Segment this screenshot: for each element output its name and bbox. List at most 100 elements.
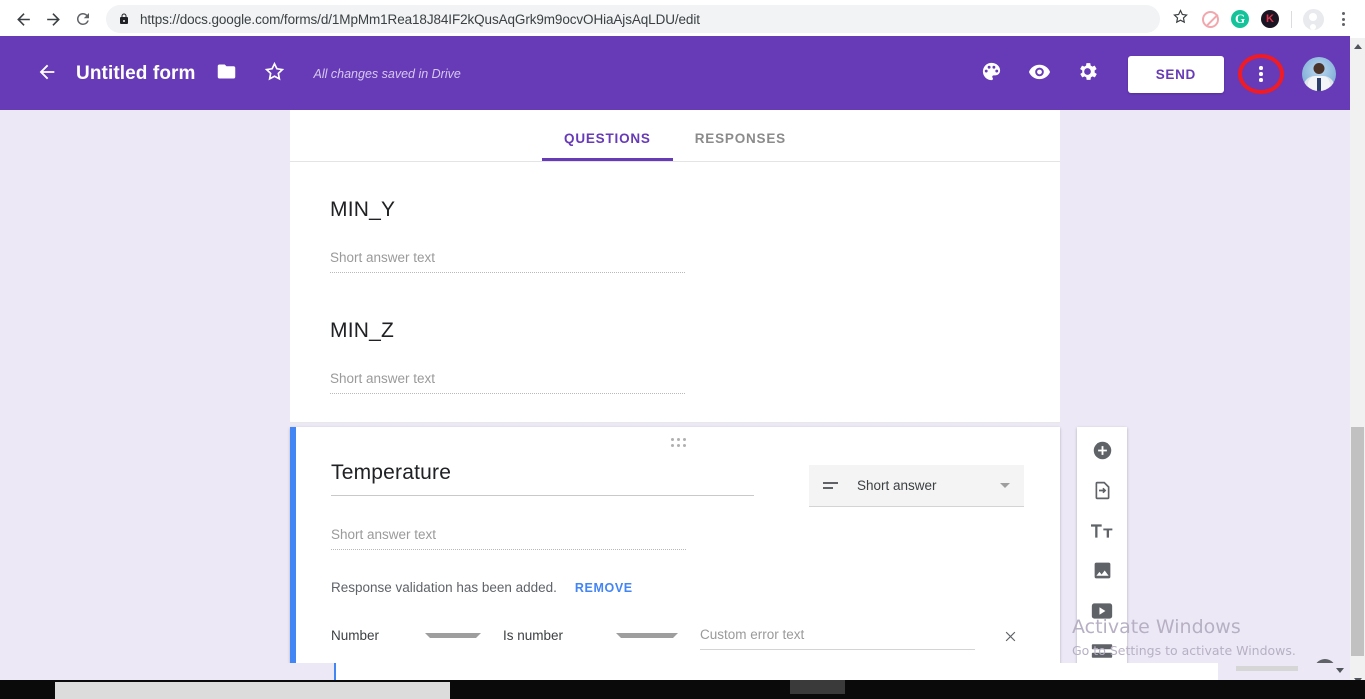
- answer-preview: Short answer text: [296, 507, 1060, 550]
- custom-error-input[interactable]: Custom error text: [700, 627, 975, 650]
- adblock-extension-icon: [1201, 10, 1219, 28]
- forward-button[interactable]: [38, 4, 68, 34]
- video-play-icon: [1091, 602, 1113, 625]
- scroll-up-arrow: [1353, 43, 1362, 49]
- more-options-button[interactable]: [1238, 51, 1284, 97]
- back-button[interactable]: [8, 4, 38, 34]
- section-divider-icon: [1091, 643, 1113, 664]
- theme-palette-button[interactable]: [972, 54, 1012, 94]
- tab-questions[interactable]: QUESTIONS: [542, 131, 673, 161]
- reload-button[interactable]: [68, 4, 98, 34]
- chrome-menu-icon: [1341, 12, 1345, 26]
- question-header-row: Temperature Short answer: [296, 449, 1060, 507]
- os-taskbar: [0, 680, 1365, 699]
- browser-actions: G K: [1166, 5, 1357, 33]
- profile-avatar-icon: [1302, 8, 1324, 30]
- question-title-min-z[interactable]: MIN_Z: [330, 319, 1020, 343]
- send-button[interactable]: SEND: [1127, 55, 1224, 93]
- vertical-scrollbar[interactable]: [1350, 38, 1365, 688]
- import-questions-button[interactable]: [1085, 479, 1119, 507]
- horizontal-scrollbar-thumb[interactable]: [334, 663, 1218, 680]
- answer-placeholder-min-y: Short answer text: [330, 250, 685, 273]
- scroll-down-arrow: [1336, 668, 1344, 673]
- question-add-toolbar: [1077, 427, 1127, 679]
- question-type-value: Short answer: [857, 478, 937, 493]
- kami-extension-button[interactable]: K: [1256, 5, 1284, 33]
- adblock-extension-button[interactable]: [1196, 5, 1224, 33]
- star-icon: [1172, 8, 1189, 30]
- editor-tabs: QUESTIONS RESPONSES: [290, 110, 1060, 162]
- validation-type-select[interactable]: Number: [331, 627, 482, 649]
- gear-settings-icon: [1076, 60, 1099, 88]
- validation-notice: Response validation has been added. REMO…: [296, 550, 1060, 595]
- chevron-down-icon: [425, 632, 482, 638]
- question-title-input[interactable]: Temperature: [331, 461, 754, 496]
- back-arrow-icon: [14, 10, 33, 29]
- avatar[interactable]: [1302, 57, 1336, 91]
- close-validation-button[interactable]: [995, 623, 1025, 653]
- star-form-button[interactable]: [258, 57, 292, 91]
- back-arrow-icon: [36, 61, 58, 88]
- validation-condition-select[interactable]: Is number: [503, 628, 678, 649]
- eye-preview-icon: [1028, 60, 1051, 88]
- question-title-min-y[interactable]: MIN_Y: [330, 198, 1020, 222]
- add-question-button[interactable]: [1085, 439, 1119, 467]
- chrome-menu-button[interactable]: [1329, 5, 1357, 33]
- palette-icon: [980, 60, 1003, 88]
- validation-condition-value: Is number: [503, 627, 564, 643]
- answer-placeholder-min-z: Short answer text: [330, 371, 685, 394]
- browser-toolbar: https://docs.google.com/forms/d/1MpMm1Re…: [0, 0, 1365, 38]
- image-icon: [1092, 560, 1113, 586]
- add-title-description-button[interactable]: [1085, 519, 1119, 547]
- move-to-folder-button[interactable]: [210, 57, 244, 91]
- drag-handle[interactable]: [296, 427, 1060, 449]
- browser-profile-button[interactable]: [1299, 5, 1327, 33]
- star-outline-icon: [264, 61, 285, 87]
- save-status: All changes saved in Drive: [313, 67, 461, 81]
- chevron-down-icon: [615, 632, 678, 638]
- tab-responses[interactable]: RESPONSES: [673, 131, 808, 161]
- remove-validation-button[interactable]: REMOVE: [575, 581, 633, 595]
- preview-button[interactable]: [1020, 54, 1060, 94]
- divider: [1291, 10, 1292, 28]
- watermark-bar: [1236, 666, 1298, 671]
- question-type-select[interactable]: Short answer: [809, 465, 1024, 507]
- drag-handle-icon: [670, 437, 686, 447]
- validation-text: Response validation has been added.: [331, 580, 557, 595]
- add-video-button[interactable]: [1085, 599, 1119, 627]
- validation-controls: Number Is number Custom error text: [296, 595, 1060, 653]
- forms-header: Untitled form All changes saved in Drive…: [0, 38, 1350, 110]
- close-x-icon: [1003, 627, 1018, 650]
- validation-type-value: Number: [331, 627, 380, 643]
- more-options-vertical-icon: [1259, 66, 1263, 82]
- url-text: https://docs.google.com/forms/d/1MpMm1Re…: [140, 11, 700, 27]
- question-list: MIN_Y Short answer text MIN_Z Short answ…: [290, 162, 1060, 423]
- import-document-icon: [1092, 480, 1113, 506]
- short-answer-icon: [823, 482, 845, 489]
- title-text-icon: [1090, 521, 1114, 546]
- taskbar-item: [790, 680, 845, 694]
- active-question-card[interactable]: Temperature Short answer Short answer te…: [290, 427, 1060, 673]
- settings-button[interactable]: [1068, 54, 1108, 94]
- answer-placeholder-temperature: Short answer text: [331, 527, 686, 550]
- lock-icon: [118, 12, 130, 26]
- form-title[interactable]: Untitled form: [76, 63, 196, 85]
- add-image-button[interactable]: [1085, 559, 1119, 587]
- address-bar[interactable]: https://docs.google.com/forms/d/1MpMm1Re…: [106, 5, 1160, 33]
- chevron-down-icon: [1000, 483, 1010, 488]
- forward-arrow-icon: [44, 10, 63, 29]
- avatar-detail: [1317, 78, 1321, 91]
- kami-extension-icon: K: [1261, 10, 1279, 28]
- reload-icon: [74, 10, 92, 28]
- bottom-bar-area: [0, 663, 1350, 680]
- scroll-up-button[interactable]: [1350, 38, 1365, 54]
- grammarly-extension-icon: G: [1231, 10, 1249, 28]
- bookmark-star-button[interactable]: [1166, 5, 1194, 33]
- form-editor-sheet: QUESTIONS RESPONSES MIN_Y Short answer t…: [290, 110, 1060, 423]
- plus-circle-icon: [1092, 440, 1113, 466]
- grammarly-extension-button[interactable]: G: [1226, 5, 1254, 33]
- vertical-scrollbar-thumb[interactable]: [1351, 427, 1364, 656]
- taskbar-window-strip: [55, 682, 450, 699]
- forms-back-button[interactable]: [30, 57, 64, 91]
